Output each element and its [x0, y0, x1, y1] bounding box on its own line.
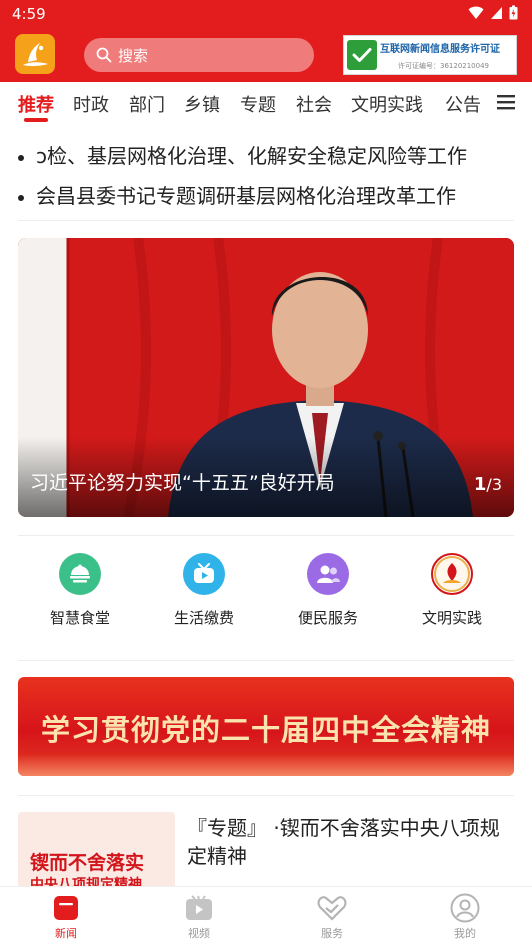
thumbnail-title: 锲而不舍落实 [30, 852, 145, 874]
wifi-icon [468, 6, 484, 19]
carousel-counter: 1/3 [474, 474, 502, 495]
nav-service[interactable]: 服务 [292, 893, 372, 941]
ticker-text: ɔ检、基层网格化治理、化解安全稳定风险等工作 [36, 144, 467, 168]
app-logo-icon [23, 43, 48, 67]
tab-politics[interactable]: 时政 [73, 91, 109, 117]
article-thumbnail[interactable]: 锲而不舍落实 中央八项规定精神 [18, 812, 175, 892]
search-input[interactable]: 搜索 [84, 38, 314, 72]
bottom-navigation: 新闻 视频 服务 我的 [0, 886, 532, 946]
news-license-badge[interactable]: 互联网新闻信息服务许可证 许可证编号：36120210049 [343, 35, 517, 75]
nav-video[interactable]: 视频 [159, 893, 239, 941]
nav-label: 我的 [454, 927, 476, 940]
bullet-icon [18, 154, 24, 161]
nav-news[interactable]: 新闻 [26, 893, 106, 941]
ticker-text: 会昌县委书记专题调研基层网格化治理改革工作 [36, 184, 456, 208]
tab-announcements[interactable]: 公告 [445, 91, 481, 117]
check-icon [347, 40, 377, 70]
divider [18, 795, 514, 796]
carousel-current: 1 [473, 474, 487, 495]
divider [18, 660, 514, 661]
service-label: 生活缴费 [173, 609, 234, 627]
article-title[interactable]: 『专题』 ·锲而不舍落实中央八项规定精神 [187, 814, 517, 870]
divider [18, 220, 514, 221]
app-header: 4:59 搜索 互联网新闻信息服务许可证 许可证编号：36120210049 [0, 0, 532, 82]
category-tabs: 推荐 时政 部门 乡镇 专题 社会 文明实践 公告 [0, 82, 532, 126]
tab-recommend[interactable]: 推荐 [18, 91, 54, 117]
tab-society[interactable]: 社会 [296, 91, 332, 117]
service-convenience[interactable]: 便民服务 [278, 553, 378, 628]
profile-icon [425, 893, 505, 923]
service-bill-payment[interactable]: 生活缴费 [154, 553, 254, 628]
signal-icon [491, 6, 502, 19]
service-icon [292, 893, 372, 923]
status-icons [468, 5, 518, 20]
service-civilization-practice[interactable]: 文明实践 [402, 553, 502, 628]
bullet-icon [18, 194, 24, 201]
canteen-icon [59, 553, 101, 595]
tab-civilization-practice[interactable]: 文明实践 [351, 91, 423, 117]
status-time: 4:59 [12, 5, 46, 23]
search-placeholder: 搜索 [118, 46, 149, 65]
civilization-badge-icon [431, 553, 473, 595]
menu-icon[interactable] [497, 94, 515, 110]
tab-topics[interactable]: 专题 [240, 91, 276, 117]
service-label: 文明实践 [421, 609, 482, 627]
carousel-total: /3 [486, 475, 502, 494]
divider [18, 535, 514, 536]
video-icon [159, 893, 239, 923]
app-logo[interactable] [15, 34, 55, 74]
service-label: 便民服务 [297, 609, 358, 627]
nav-label: 视频 [188, 927, 210, 940]
ticker-item[interactable]: ɔ检、基层网格化治理、化解安全稳定风险等工作 [18, 140, 518, 169]
service-canteen[interactable]: 智慧食堂 [30, 553, 130, 628]
active-tab-indicator [24, 118, 48, 122]
tab-departments[interactable]: 部门 [129, 91, 165, 117]
banner-decoration [18, 754, 514, 776]
tab-towns[interactable]: 乡镇 [184, 91, 220, 117]
news-icon [26, 893, 106, 923]
nav-label: 服务 [321, 927, 343, 940]
search-icon [96, 47, 112, 63]
ticker-item[interactable]: 会昌县委书记专题调研基层网格化治理改革工作 [18, 180, 518, 209]
service-label: 智慧食堂 [49, 609, 110, 627]
license-title: 互联网新闻信息服务许可证 [380, 44, 500, 55]
carousel-caption: 习近平论努力实现“十五五”良好开局 [30, 472, 335, 494]
tv-icon [183, 553, 225, 595]
license-number: 许可证编号：36120210049 [398, 62, 489, 70]
battery-icon [509, 5, 518, 20]
headline-carousel[interactable]: 习近平论努力实现“十五五”良好开局 1/3 [18, 238, 514, 517]
nav-profile[interactable]: 我的 [425, 893, 505, 941]
banner-text: 学习贯彻党的二十届四中全会精神 [40, 713, 491, 747]
people-icon [307, 553, 349, 595]
promo-banner[interactable]: 学习贯彻党的二十届四中全会精神 [18, 677, 514, 776]
nav-label: 新闻 [55, 927, 77, 940]
